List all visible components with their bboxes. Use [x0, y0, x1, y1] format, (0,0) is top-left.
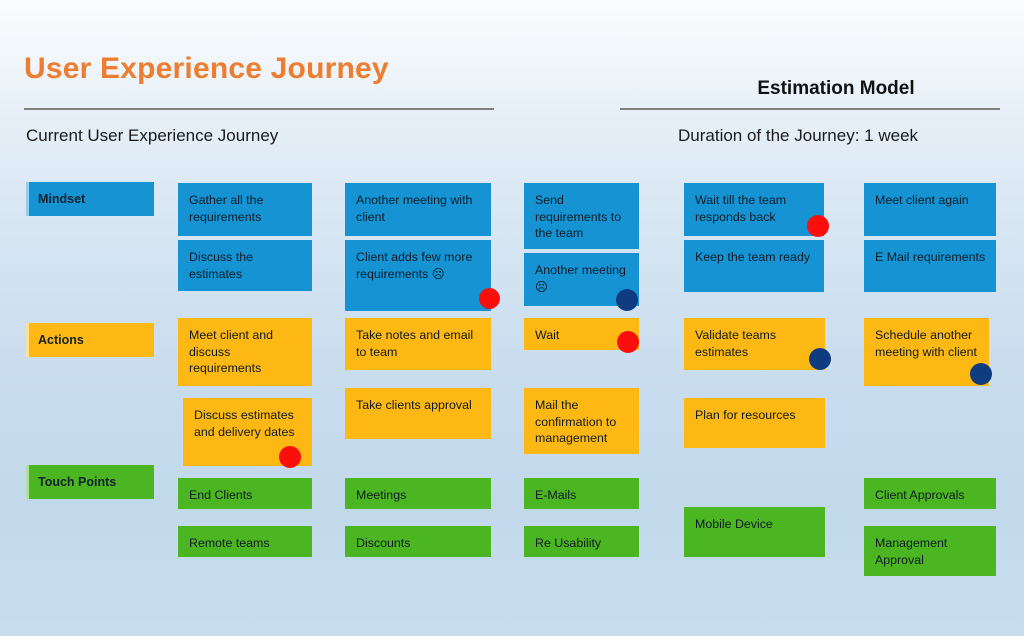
- card-touch-point[interactable]: E-Mails: [524, 478, 639, 509]
- card-mindset[interactable]: Another meeting with client: [345, 183, 491, 236]
- card-mindset[interactable]: Meet client again: [864, 183, 996, 236]
- divider-right: [620, 108, 1000, 110]
- row-label-touch-points: Touch Points: [26, 465, 154, 499]
- slide-canvas: User Experience Journey Estimation Model…: [0, 0, 1024, 636]
- status-dot-red: [279, 446, 301, 468]
- card-mindset[interactable]: Keep the team ready: [684, 240, 824, 292]
- card-touch-point[interactable]: Discounts: [345, 526, 491, 557]
- estimation-model-title: Estimation Model: [757, 78, 915, 99]
- card-action[interactable]: Take notes and email to team: [345, 318, 491, 370]
- card-mindset[interactable]: Client adds few more requirements ☹: [345, 240, 491, 311]
- card-mindset[interactable]: Gather all the requirements: [178, 183, 312, 236]
- card-mindset[interactable]: Discuss the estimates: [178, 240, 312, 291]
- card-touch-point[interactable]: Mobile Device: [684, 507, 825, 557]
- card-touch-point[interactable]: Client Approvals: [864, 478, 996, 509]
- card-action[interactable]: Plan for resources: [684, 398, 825, 448]
- card-touch-point[interactable]: End Clients: [178, 478, 312, 509]
- card-action[interactable]: Mail the confirmation to management: [524, 388, 639, 454]
- card-touch-point[interactable]: Re Usability: [524, 526, 639, 557]
- card-touch-point[interactable]: Meetings: [345, 478, 491, 509]
- status-dot-navy: [970, 363, 992, 385]
- row-label-text: Touch Points: [38, 475, 117, 489]
- card-mindset[interactable]: Wait till the team responds back: [684, 183, 824, 236]
- card-touch-point[interactable]: Management Approval: [864, 526, 996, 576]
- status-dot-navy: [616, 289, 638, 311]
- divider-left: [24, 108, 494, 110]
- page-title: User Experience Journey: [24, 52, 389, 85]
- row-label-actions: Actions: [26, 323, 154, 357]
- row-label-text: Mindset: [38, 192, 86, 206]
- duration-caption: Duration of the Journey: 1 week: [678, 126, 919, 145]
- status-dot-red: [807, 215, 829, 237]
- status-dot-red: [617, 331, 639, 353]
- row-label-text: Actions: [38, 333, 84, 347]
- card-action[interactable]: Validate teams estimates: [684, 318, 825, 370]
- journey-caption: Current User Experience Journey: [26, 126, 279, 145]
- card-mindset[interactable]: E Mail requirements: [864, 240, 996, 292]
- card-action[interactable]: Take clients approval: [345, 388, 491, 439]
- status-dot-navy: [809, 348, 831, 370]
- status-dot-red: [479, 288, 500, 309]
- card-mindset[interactable]: Send requirements to the team: [524, 183, 639, 249]
- row-label-mindset: Mindset: [26, 182, 154, 216]
- card-touch-point[interactable]: Remote teams: [178, 526, 312, 557]
- card-action[interactable]: Meet client and discuss requirements: [178, 318, 312, 386]
